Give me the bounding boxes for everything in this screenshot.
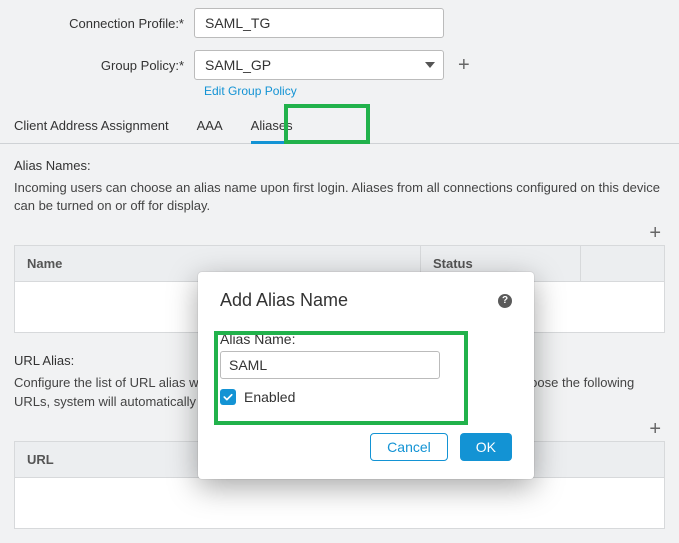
add-group-policy-icon[interactable]: +	[458, 55, 470, 75]
tab-aaa[interactable]: AAA	[197, 110, 223, 143]
table-empty-row	[15, 478, 664, 528]
enabled-label: Enabled	[244, 389, 295, 405]
chevron-down-icon	[425, 62, 435, 68]
tab-aliases[interactable]: Aliases	[251, 110, 293, 143]
col-actions	[581, 246, 664, 281]
col-url-actions	[515, 442, 664, 477]
add-alias-name-icon[interactable]: +	[649, 223, 661, 243]
add-url-alias-icon[interactable]: +	[649, 419, 661, 439]
help-icon[interactable]: ?	[498, 294, 512, 308]
enabled-checkbox[interactable]	[220, 389, 236, 405]
ok-button[interactable]: OK	[460, 433, 512, 461]
tab-bar: Client Address Assignment AAA Aliases	[0, 110, 679, 144]
alias-names-title: Alias Names:	[14, 158, 665, 173]
connection-profile-label: Connection Profile:*	[14, 16, 194, 31]
connection-profile-input[interactable]	[194, 8, 444, 38]
edit-group-policy-link[interactable]: Edit Group Policy	[204, 84, 665, 98]
check-icon	[222, 391, 234, 403]
group-policy-label: Group Policy:*	[14, 58, 194, 73]
tab-client-address[interactable]: Client Address Assignment	[14, 110, 169, 143]
alias-name-input[interactable]	[220, 351, 440, 379]
add-alias-modal: Add Alias Name ? Alias Name: Enabled Can…	[198, 272, 534, 479]
cancel-button[interactable]: Cancel	[370, 433, 448, 461]
group-policy-value: SAML_GP	[205, 57, 271, 73]
alias-names-desc: Incoming users can choose an alias name …	[14, 179, 664, 215]
alias-name-field-label: Alias Name:	[220, 331, 512, 347]
group-policy-select[interactable]: SAML_GP	[194, 50, 444, 80]
modal-title: Add Alias Name	[220, 290, 348, 311]
